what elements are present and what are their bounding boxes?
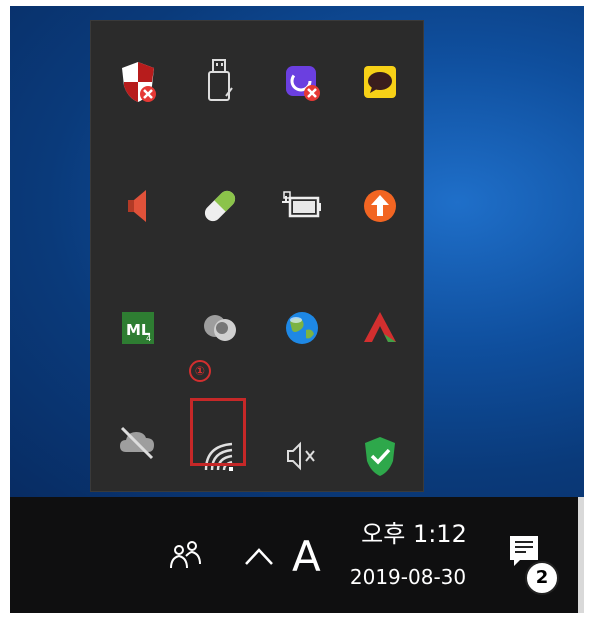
capsule-icon[interactable] [195, 181, 245, 231]
security-check-icon[interactable] [355, 431, 405, 481]
defender-warning-icon[interactable] [113, 57, 163, 107]
battery-plug-icon[interactable] [277, 181, 327, 231]
acrobat-icon[interactable] [355, 303, 405, 353]
tray-icon-grid: ML 4 [91, 21, 423, 491]
globe-icon[interactable] [277, 303, 327, 353]
step-marker: ① [189, 360, 211, 382]
cloud-circles-icon[interactable] [195, 303, 245, 353]
clock-date[interactable]: 2019-08-30 [340, 565, 476, 589]
usb-safely-remove-icon[interactable] [195, 57, 245, 107]
system-tray-overflow-panel: ML 4 [90, 20, 424, 492]
onedrive-disabled-icon[interactable] [113, 417, 163, 467]
update-arrow-icon[interactable] [355, 181, 405, 231]
show-hidden-icons-chevron-up-icon[interactable] [243, 544, 275, 572]
people-icon[interactable] [168, 538, 204, 576]
notification-count-badge: 2 [525, 561, 559, 595]
volume-muted-icon[interactable] [277, 431, 327, 481]
clock-time[interactable]: 오후 1:12 [354, 514, 474, 549]
input-method-indicator[interactable]: A [292, 532, 321, 581]
ml-app-icon[interactable]: ML 4 [113, 303, 163, 353]
wifi-icon-highlight [190, 398, 246, 466]
app-error-icon[interactable] [277, 57, 327, 107]
kakaotalk-icon[interactable] [355, 57, 405, 107]
svg-text:4: 4 [146, 334, 151, 343]
taskbar-edge [578, 497, 584, 613]
speaker-icon[interactable] [113, 181, 163, 231]
screenshot-frame: ML 4 ① A 오후 1:12 2019-08-30 2 [0, 0, 593, 619]
